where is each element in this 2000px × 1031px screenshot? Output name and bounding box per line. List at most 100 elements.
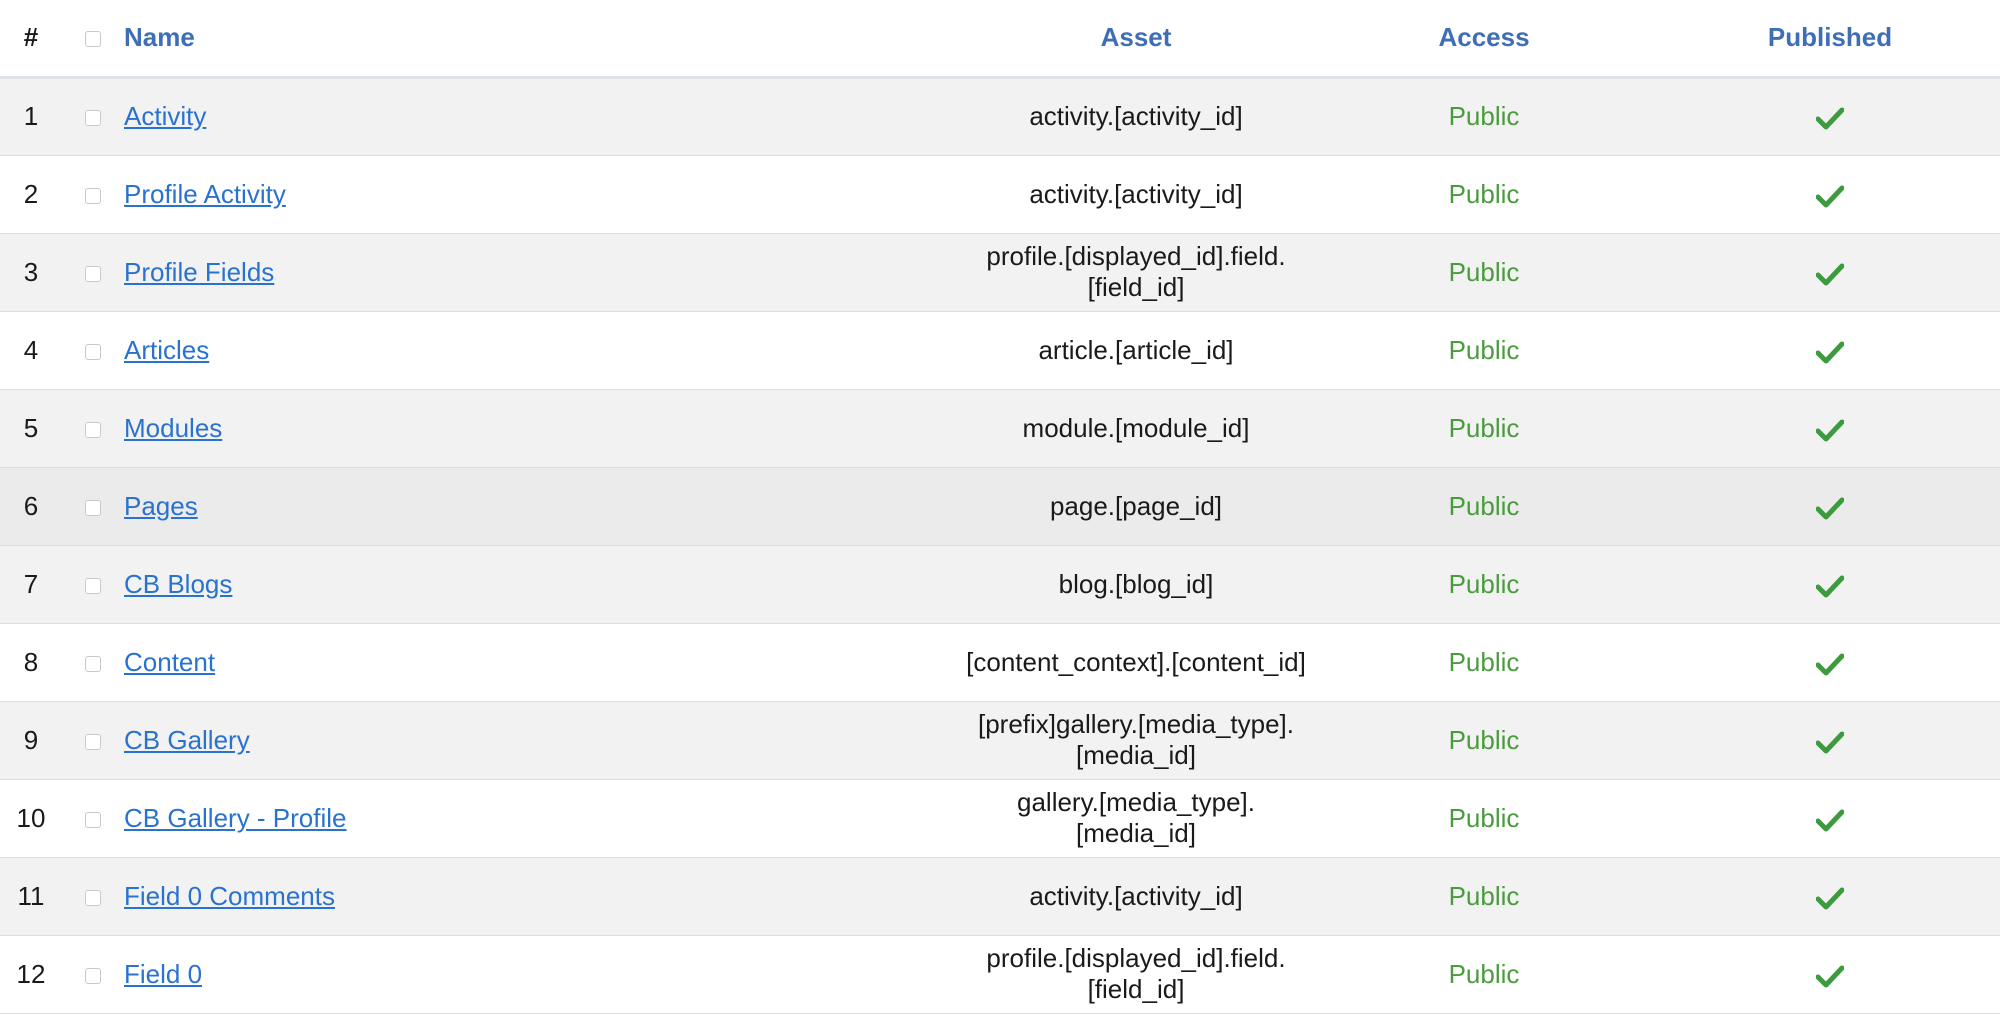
row-access[interactable]: Public [1308, 935, 1660, 1013]
row-select-cell[interactable] [62, 77, 124, 155]
row-name-link[interactable]: CB Blogs [124, 569, 232, 599]
row-select-cell[interactable] [62, 467, 124, 545]
row-name-cell: Content [124, 623, 964, 701]
row-access[interactable]: Public [1308, 311, 1660, 389]
row-select-checkbox[interactable] [85, 421, 101, 438]
row-published-cell[interactable] [1660, 935, 2000, 1013]
column-header-select-all[interactable] [62, 0, 124, 77]
row-access[interactable]: Public [1308, 857, 1660, 935]
row-asset: page.[page_id] [1049, 490, 1223, 521]
row-published-cell[interactable] [1660, 701, 2000, 779]
column-header-access[interactable]: Access [1308, 0, 1660, 77]
row-number: 4 [23, 334, 39, 365]
row-select-checkbox[interactable] [85, 811, 101, 828]
row-access[interactable]: Public [1308, 77, 1660, 155]
row-number: 1 [23, 101, 39, 131]
row-select-checkbox[interactable] [85, 187, 101, 204]
column-header-asset[interactable]: Asset [964, 0, 1308, 77]
row-number: 6 [23, 490, 39, 521]
row-name-link[interactable]: Profile Fields [124, 257, 274, 287]
row-access[interactable]: Public [1308, 701, 1660, 779]
row-select-cell[interactable] [62, 233, 124, 311]
row-published-cell[interactable] [1660, 77, 2000, 155]
row-name-link[interactable]: Field 0 Comments [124, 881, 335, 911]
table-row: 4 Articles article.[article_id] Public [0, 311, 2000, 389]
row-select-checkbox[interactable] [85, 655, 101, 672]
table-row: 6 Pages page.[page_id] Public [0, 467, 2000, 545]
published-check-icon[interactable] [1816, 257, 1844, 287]
row-select-checkbox[interactable] [85, 889, 101, 906]
row-asset: article.[article_id] [1038, 334, 1234, 365]
row-published-cell[interactable] [1660, 623, 2000, 701]
row-name-cell: Field 0 Comments [124, 857, 964, 935]
row-published-cell[interactable] [1660, 233, 2000, 311]
row-name-link[interactable]: Activity [124, 101, 206, 131]
row-select-cell[interactable] [62, 311, 124, 389]
row-number: 7 [23, 568, 39, 599]
row-name-link[interactable]: Profile Activity [124, 179, 286, 209]
table-row: 5 Modules module.[module_id] Public [0, 389, 2000, 467]
row-published-cell[interactable] [1660, 389, 2000, 467]
row-published-cell[interactable] [1660, 467, 2000, 545]
published-check-icon[interactable] [1816, 491, 1844, 521]
row-name-link[interactable]: CB Gallery - Profile [124, 803, 347, 833]
row-select-cell[interactable] [62, 779, 124, 857]
row-name-link[interactable]: Content [124, 647, 215, 677]
select-all-checkbox[interactable] [85, 31, 101, 48]
published-check-icon[interactable] [1816, 647, 1844, 677]
row-name-link[interactable]: Articles [124, 335, 209, 365]
row-select-checkbox[interactable] [85, 499, 101, 516]
row-name-cell: CB Blogs [124, 545, 964, 623]
row-access[interactable]: Public [1308, 545, 1660, 623]
row-name-link[interactable]: Modules [124, 413, 222, 443]
row-name-link[interactable]: Field 0 [124, 959, 202, 989]
row-number: 9 [23, 724, 39, 755]
row-name-cell: Articles [124, 311, 964, 389]
row-select-cell[interactable] [62, 155, 124, 233]
row-name-cell: Activity [124, 77, 964, 155]
row-select-cell[interactable] [62, 545, 124, 623]
row-access[interactable]: Public [1308, 467, 1660, 545]
published-check-icon[interactable] [1816, 881, 1844, 911]
row-select-checkbox[interactable] [85, 577, 101, 594]
column-header-name[interactable]: Name [124, 0, 964, 77]
published-check-icon[interactable] [1816, 725, 1844, 755]
published-check-icon[interactable] [1816, 413, 1844, 443]
row-access[interactable]: Public [1308, 623, 1660, 701]
row-select-checkbox[interactable] [85, 265, 101, 282]
row-name-cell: Pages [124, 467, 964, 545]
row-select-cell[interactable] [62, 389, 124, 467]
row-select-checkbox[interactable] [85, 733, 101, 750]
row-published-cell[interactable] [1660, 857, 2000, 935]
row-select-checkbox[interactable] [85, 967, 101, 984]
published-check-icon[interactable] [1816, 101, 1844, 131]
row-published-cell[interactable] [1660, 311, 2000, 389]
row-number: 8 [23, 646, 39, 677]
table-row: 11 Field 0 Comments activity.[activity_i… [0, 857, 2000, 935]
row-asset: profile.[displayed_id].field.[field_id] [986, 241, 1286, 302]
published-check-icon[interactable] [1816, 803, 1844, 833]
row-select-cell[interactable] [62, 701, 124, 779]
row-select-checkbox[interactable] [85, 343, 101, 360]
published-check-icon[interactable] [1816, 179, 1844, 209]
row-access[interactable]: Public [1308, 233, 1660, 311]
row-asset: activity.[activity_id] [1029, 101, 1243, 131]
published-check-icon[interactable] [1816, 959, 1844, 989]
published-check-icon[interactable] [1816, 335, 1844, 365]
row-select-cell[interactable] [62, 623, 124, 701]
row-published-cell[interactable] [1660, 779, 2000, 857]
row-access[interactable]: Public [1308, 389, 1660, 467]
row-published-cell[interactable] [1660, 545, 2000, 623]
row-select-cell[interactable] [62, 935, 124, 1013]
column-header-published[interactable]: Published [1660, 0, 2000, 77]
row-name-cell: Modules [124, 389, 964, 467]
row-select-cell[interactable] [62, 857, 124, 935]
row-name-link[interactable]: Pages [124, 491, 198, 521]
row-number: 10 [16, 802, 46, 833]
row-access[interactable]: Public [1308, 779, 1660, 857]
row-published-cell[interactable] [1660, 155, 2000, 233]
row-access[interactable]: Public [1308, 155, 1660, 233]
row-name-link[interactable]: CB Gallery [124, 725, 250, 755]
row-select-checkbox[interactable] [85, 110, 101, 127]
published-check-icon[interactable] [1816, 569, 1844, 599]
